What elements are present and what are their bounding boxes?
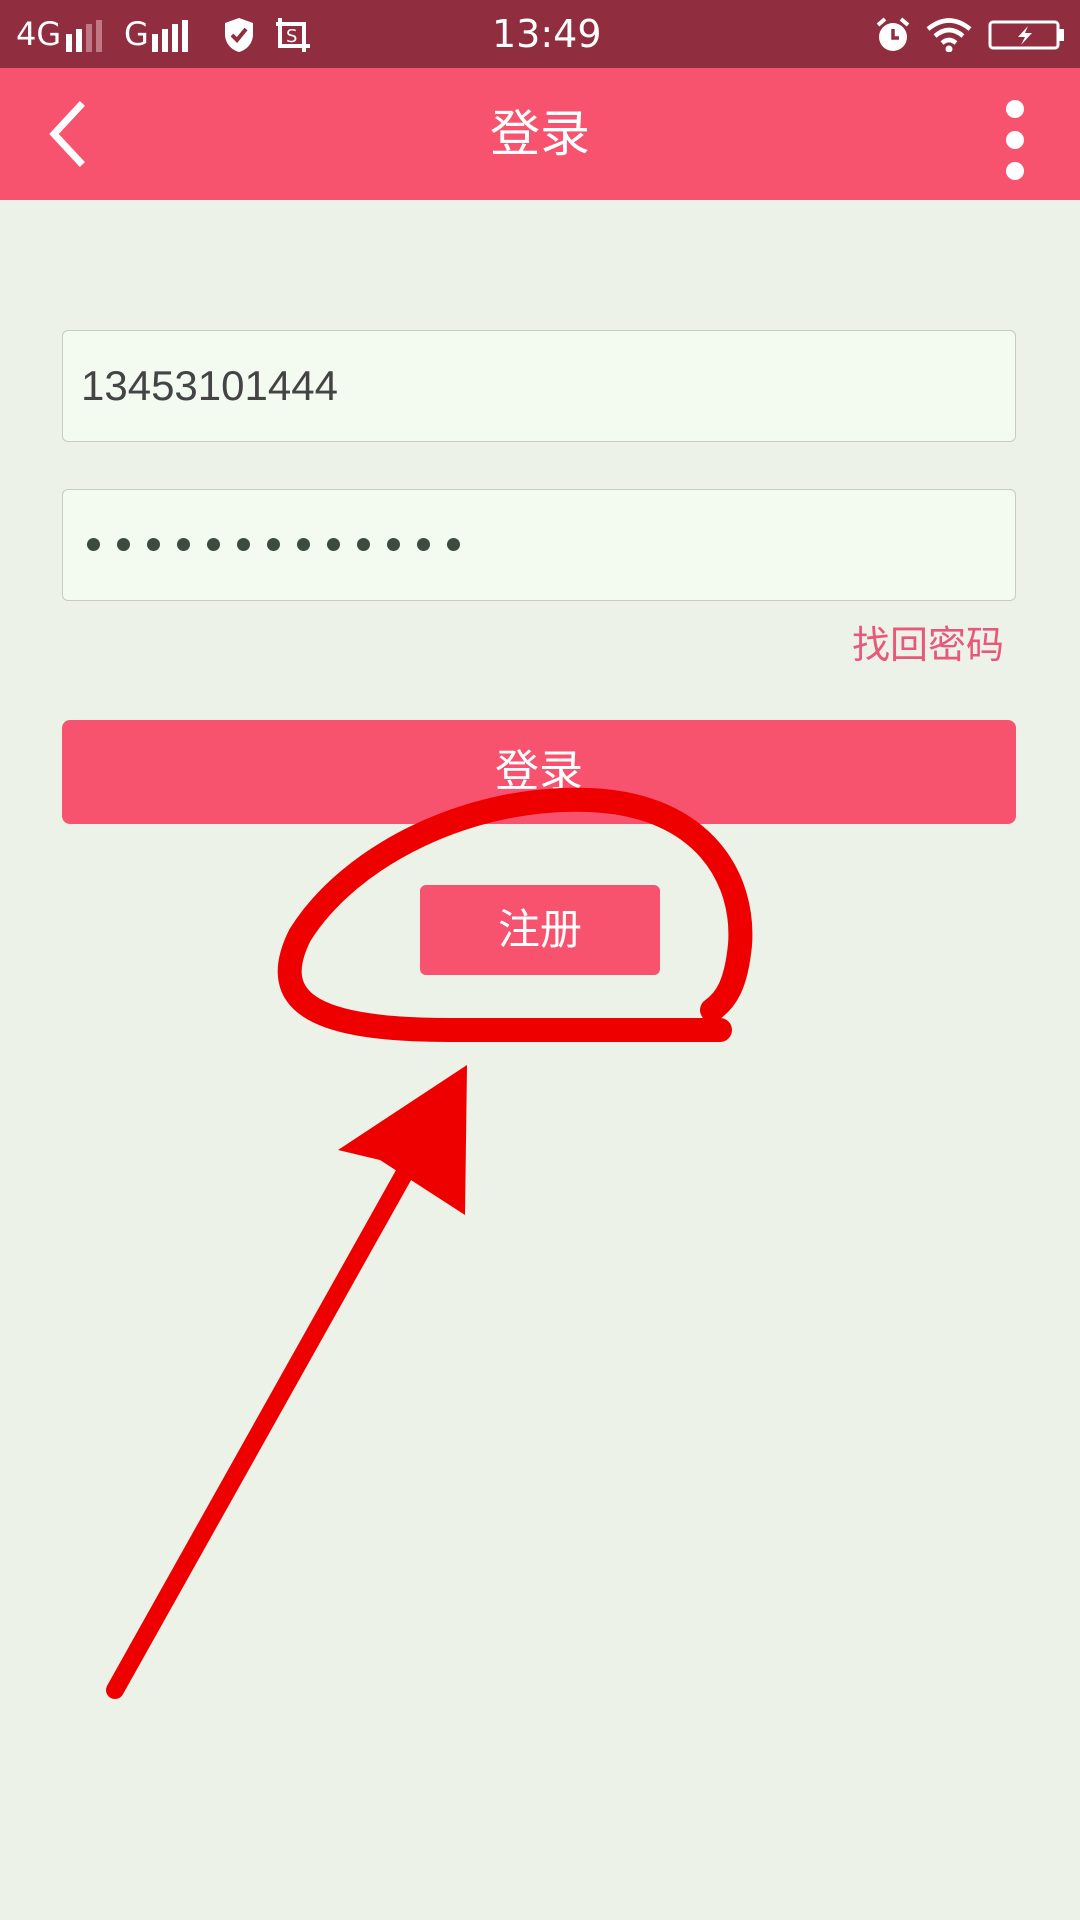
more-options-button[interactable] bbox=[990, 88, 1040, 188]
annotation-arrow-head bbox=[338, 1065, 467, 1215]
password-dot bbox=[357, 537, 370, 551]
phone-field[interactable] bbox=[62, 330, 1016, 442]
password-dot bbox=[177, 537, 190, 551]
password-dot bbox=[207, 537, 220, 551]
svg-text:S: S bbox=[286, 26, 297, 47]
signal-icon bbox=[152, 20, 188, 52]
password-dot bbox=[117, 537, 130, 551]
page-title: 登录 bbox=[490, 105, 590, 163]
password-dot bbox=[267, 537, 280, 551]
app-bar: 登录 bbox=[0, 68, 1080, 200]
annotation-arrow-shaft bbox=[106, 1101, 449, 1699]
password-dot bbox=[147, 537, 160, 551]
password-dot bbox=[87, 537, 100, 551]
password-dot bbox=[297, 537, 310, 551]
password-mask bbox=[87, 524, 477, 564]
network-type-4g: 4G bbox=[16, 15, 62, 53]
phone-input[interactable] bbox=[79, 331, 993, 441]
forgot-password-link[interactable]: 找回密码 bbox=[852, 620, 1004, 670]
shield-icon bbox=[225, 18, 253, 52]
status-time: 13:49 bbox=[492, 12, 602, 56]
password-field[interactable] bbox=[62, 489, 1016, 601]
network-type-g: G bbox=[124, 15, 149, 53]
alarm-icon bbox=[876, 17, 910, 51]
wifi-icon bbox=[926, 18, 972, 52]
password-dot bbox=[447, 537, 460, 551]
register-button[interactable]: 注册 bbox=[420, 885, 660, 975]
login-button[interactable]: 登录 bbox=[62, 720, 1016, 824]
signal-icon bbox=[66, 20, 102, 52]
status-bar: 4G G S 13:49 bbox=[0, 0, 1080, 68]
password-dot bbox=[387, 537, 400, 551]
screenshot-icon: S bbox=[276, 18, 310, 52]
battery-charging-icon bbox=[988, 20, 1064, 50]
password-dot bbox=[417, 537, 430, 551]
password-dot bbox=[327, 537, 340, 551]
password-dot bbox=[237, 537, 250, 551]
